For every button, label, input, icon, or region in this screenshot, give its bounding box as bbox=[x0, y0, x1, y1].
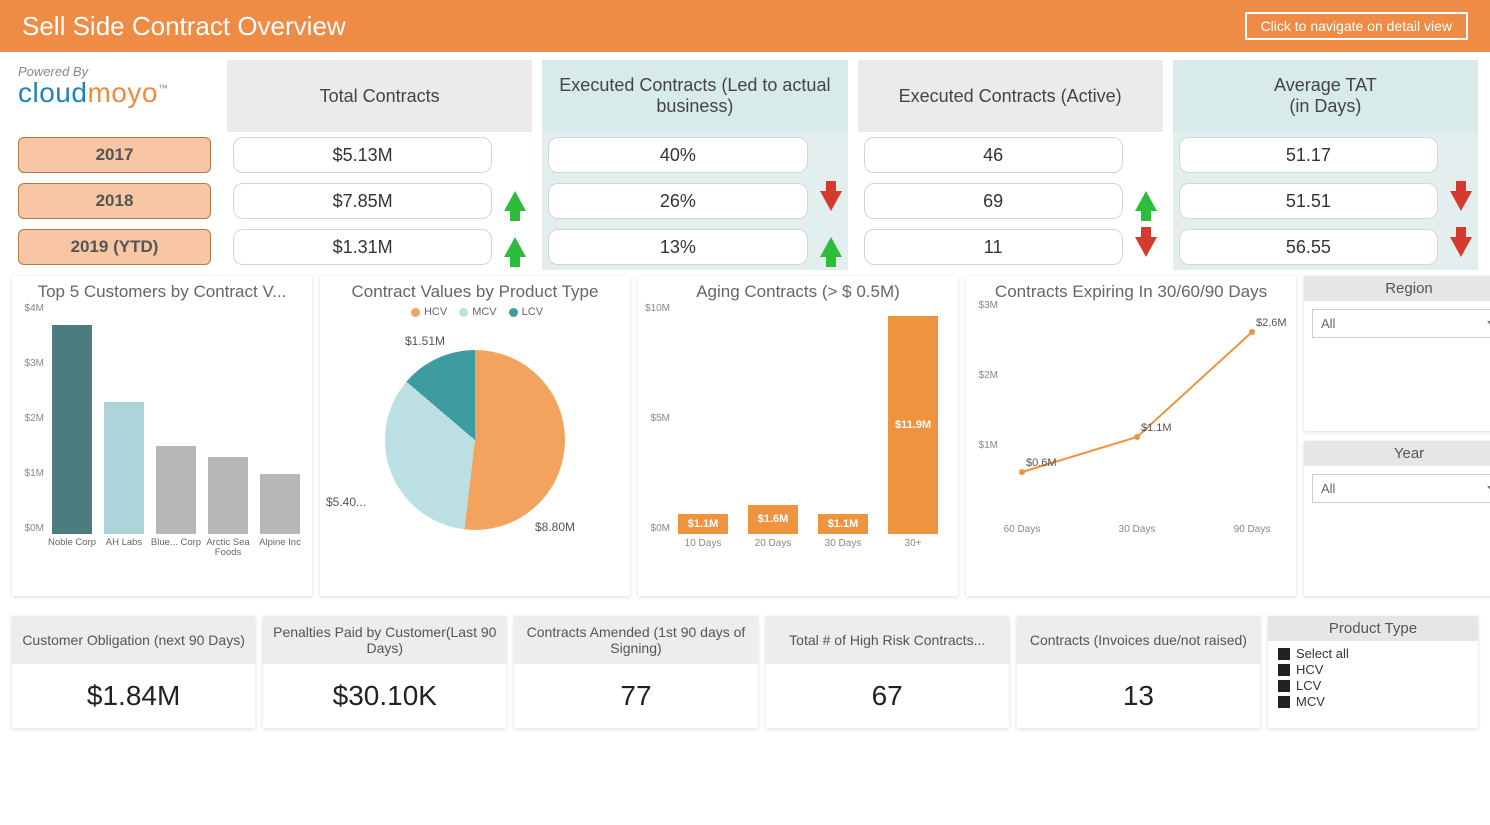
cell-2017-tat: 51.17 bbox=[1179, 137, 1438, 173]
product-type-title: Product Type bbox=[1268, 616, 1478, 641]
product-type-slicer: Product Type Select allHCVLCVMCV bbox=[1268, 616, 1478, 728]
kpi-penalties-paid[interactable]: Penalties Paid by Customer(Last 90 Days)… bbox=[263, 616, 506, 728]
page-title: Sell Side Contract Overview bbox=[22, 11, 346, 42]
col-executed-business: Executed Contracts (Led to actual busine… bbox=[542, 60, 847, 132]
product-type-option[interactable]: LCV bbox=[1278, 678, 1468, 693]
arrow-up-icon bbox=[1135, 191, 1157, 211]
page-header: Sell Side Contract Overview Click to nav… bbox=[0, 0, 1490, 52]
svg-text:$1.1M: $1.1M bbox=[1141, 422, 1172, 434]
cell-2017-total: $5.13M bbox=[233, 137, 492, 173]
year-2019-button[interactable]: 2019 (YTD) bbox=[18, 229, 211, 265]
arrow-down-icon bbox=[1450, 191, 1472, 211]
region-slicer: Region All bbox=[1304, 276, 1490, 431]
svg-text:$0.6M: $0.6M bbox=[1026, 457, 1057, 469]
year-dropdown[interactable]: All bbox=[1312, 474, 1490, 503]
year-slicer: Year All bbox=[1304, 441, 1490, 596]
arrow-down-icon bbox=[1450, 237, 1472, 257]
product-type-option[interactable]: HCV bbox=[1278, 662, 1468, 677]
kpi-high-risk[interactable]: Total # of High Risk Contracts... 67 bbox=[766, 616, 1009, 728]
chart-expiring-contracts[interactable]: Contracts Expiring In 30/60/90 Days $0.6… bbox=[966, 276, 1296, 596]
arrow-down-icon bbox=[1135, 237, 1157, 257]
arrow-up-icon bbox=[504, 237, 526, 257]
svg-text:30 Days: 30 Days bbox=[1119, 524, 1156, 535]
brand-cell: Powered By cloudmoyo™ bbox=[12, 60, 217, 132]
checkbox-icon bbox=[1278, 664, 1290, 676]
product-type-option[interactable]: Select all bbox=[1278, 646, 1468, 661]
navigate-detail-button[interactable]: Click to navigate on detail view bbox=[1245, 12, 1468, 40]
chart-top5-customers[interactable]: Top 5 Customers by Contract V... $0M$1M$… bbox=[12, 276, 312, 596]
svg-text:$2M: $2M bbox=[979, 370, 998, 381]
slicer-column: Region All Year All bbox=[1304, 276, 1490, 606]
kpi-customer-obligation[interactable]: Customer Obligation (next 90 Days) $1.84… bbox=[12, 616, 255, 728]
cell-2019-active: 11 bbox=[864, 229, 1123, 265]
region-dropdown[interactable]: All bbox=[1312, 309, 1490, 338]
arrow-up-icon bbox=[820, 237, 842, 257]
chart-aging-contracts[interactable]: Aging Contracts (> $ 0.5M) $0M$5M$10M$1.… bbox=[638, 276, 958, 596]
arrow-down-icon bbox=[820, 191, 842, 211]
col-executed-active: Executed Contracts (Active) bbox=[858, 60, 1163, 132]
svg-text:$3M: $3M bbox=[979, 300, 998, 311]
product-type-option[interactable]: MCV bbox=[1278, 694, 1468, 709]
cell-2019-execbiz: 13% bbox=[548, 229, 807, 265]
charts-row: Top 5 Customers by Contract V... $0M$1M$… bbox=[0, 276, 1490, 606]
year-slicer-title: Year bbox=[1304, 441, 1490, 466]
cell-2019-tat: 56.55 bbox=[1179, 229, 1438, 265]
year-2017-button[interactable]: 2017 bbox=[18, 137, 211, 173]
svg-text:$2.6M: $2.6M bbox=[1256, 317, 1287, 329]
cell-2018-total: $7.85M bbox=[233, 183, 492, 219]
cell-2019-total: $1.31M bbox=[233, 229, 492, 265]
cloudmoyo-logo: cloudmoyo™ bbox=[18, 77, 211, 109]
svg-text:90 Days: 90 Days bbox=[1234, 524, 1271, 535]
checkbox-icon bbox=[1278, 680, 1290, 692]
kpi-invoices-due[interactable]: Contracts (Invoices due/not raised) 13 bbox=[1017, 616, 1260, 728]
cell-2018-active: 69 bbox=[864, 183, 1123, 219]
chart-product-type-pie[interactable]: Contract Values by Product Type HCVMCVLC… bbox=[320, 276, 630, 596]
kpi-contracts-amended[interactable]: Contracts Amended (1st 90 days of Signin… bbox=[514, 616, 757, 728]
year-2018-button[interactable]: 2018 bbox=[18, 183, 211, 219]
kpi-row: Customer Obligation (next 90 Days) $1.84… bbox=[0, 606, 1490, 728]
region-slicer-title: Region bbox=[1304, 276, 1490, 301]
cell-2017-execbiz: 40% bbox=[548, 137, 807, 173]
col-average-tat: Average TAT (in Days) bbox=[1173, 60, 1478, 132]
kpi-matrix: Powered By cloudmoyo™ Total Contracts Ex… bbox=[0, 52, 1490, 276]
cell-2018-execbiz: 26% bbox=[548, 183, 807, 219]
arrow-up-icon bbox=[504, 191, 526, 211]
svg-text:60 Days: 60 Days bbox=[1004, 524, 1041, 535]
checkbox-icon bbox=[1278, 648, 1290, 660]
col-total-contracts: Total Contracts bbox=[227, 60, 532, 132]
cell-2018-tat: 51.51 bbox=[1179, 183, 1438, 219]
checkbox-icon bbox=[1278, 696, 1290, 708]
cell-2017-active: 46 bbox=[864, 137, 1123, 173]
svg-text:$1M: $1M bbox=[979, 440, 998, 451]
